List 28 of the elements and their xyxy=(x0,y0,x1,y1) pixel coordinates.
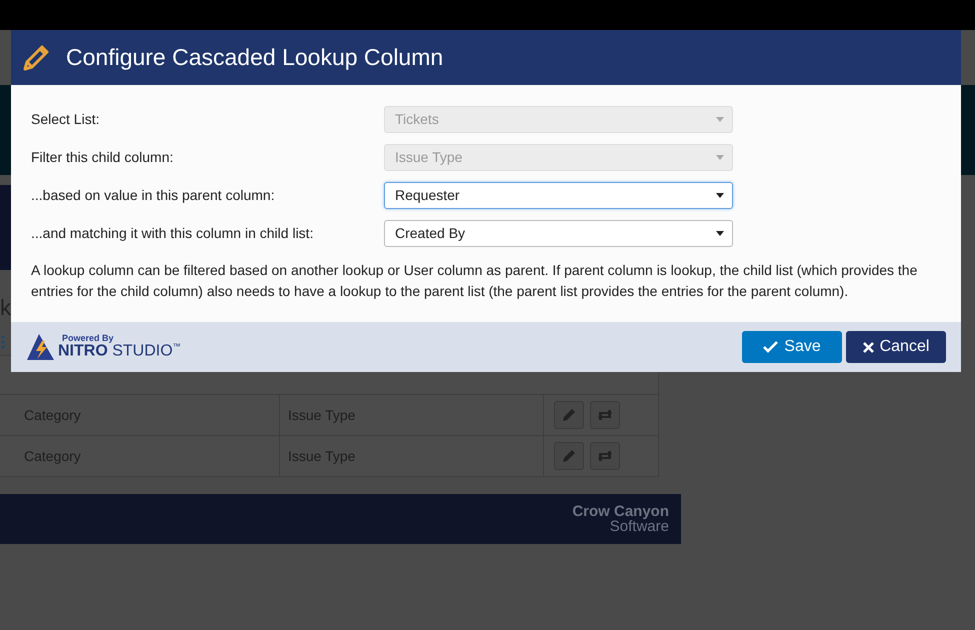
field-label: Select List: xyxy=(31,111,100,127)
field-label: ...based on value in this parent column: xyxy=(31,187,276,203)
caret-icon xyxy=(716,154,724,160)
edit-button[interactable] xyxy=(554,401,584,429)
dots-icon xyxy=(1,335,5,349)
repeat-button[interactable] xyxy=(590,442,620,470)
save-button[interactable]: Save xyxy=(742,331,842,363)
repeat-icon xyxy=(596,408,614,422)
field-label: ...and matching it with this column in child list: xyxy=(31,225,314,241)
check-icon xyxy=(763,341,778,353)
caret-icon xyxy=(716,230,724,236)
pencil-icon xyxy=(21,42,51,72)
pencil-icon xyxy=(561,448,577,464)
dropdown-field[interactable]: Requester xyxy=(384,182,733,208)
pencil-icon xyxy=(561,407,577,423)
field-label: Filter this child column: xyxy=(31,149,174,165)
caret-icon xyxy=(716,192,724,198)
dropdown-field[interactable]: Created By xyxy=(384,220,733,246)
company-logo: Crow Canyon Software xyxy=(572,504,669,534)
caret-icon xyxy=(716,116,724,122)
close-icon xyxy=(862,342,874,352)
nitro-studio-logo: Powered By NITRO STUDIO$^{™}$ xyxy=(26,332,181,362)
cancel-button[interactable]: Cancel xyxy=(846,331,946,363)
repeat-icon xyxy=(596,449,614,463)
repeat-button[interactable] xyxy=(590,401,620,429)
help-text: A lookup column can be filtered based on another lookup or User column as parent. If parent column is lookup, the child list (which provides the entries for the child column) also needs to have a lookup to the parent list (the parent list provides the entries for the parent column). xyxy=(31,261,918,301)
edit-button[interactable] xyxy=(554,442,584,470)
dialog-title: Configure Cascaded Lookup Column xyxy=(66,44,444,71)
